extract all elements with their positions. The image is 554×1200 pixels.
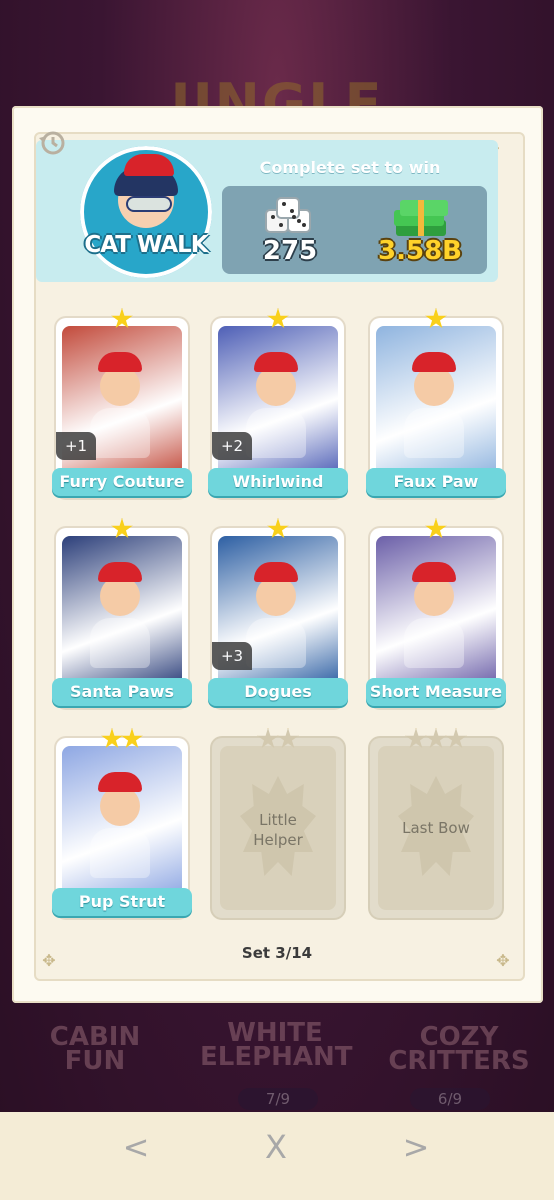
card-name: Furry Couture — [52, 468, 192, 496]
star-icon — [425, 308, 447, 329]
star-icon — [267, 518, 289, 539]
star-icon — [267, 308, 289, 329]
duplicate-count-badge: +3 — [212, 642, 252, 670]
card-stars — [56, 518, 188, 542]
card-short-measure[interactable]: Short Measure — [366, 518, 506, 708]
star-icon — [277, 728, 299, 749]
previous-set-button[interactable]: < — [106, 1122, 166, 1172]
set-emblem — [80, 146, 212, 278]
background-set-name: WHITE ELEPHANT — [200, 1018, 353, 1072]
card-stars — [56, 308, 188, 332]
star-icon — [425, 518, 447, 539]
card-stars — [370, 308, 502, 332]
card-character — [100, 576, 140, 616]
card-last-bow[interactable]: Last Bow — [370, 728, 502, 918]
background-set-progress: 6/9 — [410, 1088, 490, 1110]
card-santa-paws[interactable]: Santa Paws — [52, 518, 192, 708]
card-pup-strut[interactable]: Pup Strut — [52, 728, 192, 918]
card-artwork — [376, 536, 496, 686]
card-character-body — [404, 618, 464, 668]
card-name: Short Measure — [366, 678, 506, 706]
star-icon — [121, 728, 143, 749]
card-character-body — [90, 828, 150, 878]
card-character-body — [90, 618, 150, 668]
next-set-button[interactable]: > — [386, 1122, 446, 1172]
reward-cash-amount: 3.58B — [378, 236, 462, 266]
card-stars — [370, 728, 502, 752]
duplicate-count-badge: +1 — [56, 432, 96, 460]
star-icon — [425, 728, 447, 749]
card-stars — [212, 518, 344, 542]
star-icon — [257, 728, 279, 749]
card-faux-paw[interactable]: Faux Paw — [366, 308, 506, 498]
card-stars — [212, 308, 344, 332]
card-character-body — [404, 408, 464, 458]
cash-stack-icon — [394, 200, 448, 236]
card-name: Little Helper — [253, 811, 303, 849]
card-character — [100, 366, 140, 406]
santa-hat-icon — [98, 352, 142, 372]
santa-hat-icon — [412, 352, 456, 372]
background-set-name: CABIN FUN — [49, 1022, 141, 1076]
card-character — [100, 786, 140, 826]
card-character-body — [246, 408, 306, 458]
card-artwork — [62, 536, 182, 686]
corner-ornament-icon: ✥ — [42, 951, 56, 970]
card-character — [256, 576, 296, 616]
card-little-helper[interactable]: Little Helper — [212, 728, 344, 918]
santa-hat-icon — [254, 562, 298, 582]
card-name: Santa Paws — [52, 678, 192, 706]
card-furry-couture[interactable]: +1 Furry Couture — [52, 308, 192, 498]
star-icon — [101, 728, 123, 749]
dice-icon — [265, 197, 311, 233]
set-counter: Set 3/14 — [241, 944, 313, 962]
star-icon — [111, 308, 133, 329]
complete-set-text: Complete set to win — [259, 158, 441, 177]
card-stars — [212, 728, 344, 752]
card-name: Dogues — [208, 678, 348, 706]
santa-hat-icon — [98, 772, 142, 792]
card-name: Faux Paw — [366, 468, 506, 496]
santa-hat-icon — [98, 562, 142, 582]
glasses-icon — [126, 196, 172, 212]
card-name: Whirlwind — [208, 468, 348, 496]
card-character — [414, 576, 454, 616]
card-name: Last Bow — [402, 819, 470, 837]
santa-hat-icon — [124, 154, 174, 176]
card-character-body — [90, 408, 150, 458]
card-character-body — [246, 618, 306, 668]
corner-ornament-icon: ✥ — [496, 951, 510, 970]
background-set-progress: 7/9 — [238, 1088, 318, 1110]
star-icon — [111, 518, 133, 539]
card-artwork — [62, 746, 182, 896]
card-stars — [370, 518, 502, 542]
close-button[interactable]: X — [246, 1122, 306, 1172]
set-name: CAT WALK — [84, 232, 208, 258]
card-character — [256, 366, 296, 406]
card-stars — [56, 728, 188, 752]
history-icon[interactable] — [37, 128, 67, 158]
reward-dice-amount: 275 — [262, 236, 318, 266]
star-icon — [405, 728, 427, 749]
star-icon — [445, 728, 467, 749]
card-name: Pup Strut — [52, 888, 192, 916]
card-artwork — [376, 326, 496, 476]
card-character — [414, 366, 454, 406]
duplicate-count-badge: +2 — [212, 432, 252, 460]
card-dogues[interactable]: +3 Dogues — [208, 518, 348, 708]
background-set-name: COZY CRITTERS — [388, 1022, 530, 1076]
card-whirlwind[interactable]: +2 Whirlwind — [208, 308, 348, 498]
santa-hat-icon — [254, 352, 298, 372]
santa-hat-icon — [412, 562, 456, 582]
